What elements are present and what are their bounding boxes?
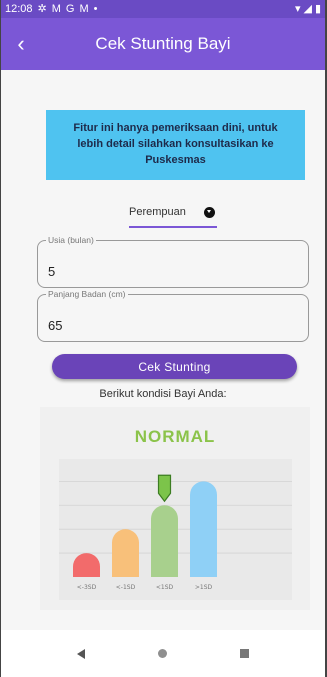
- result-status: NORMAL: [134, 427, 216, 446]
- dropdown-arrow-icon: [204, 206, 215, 218]
- chart-bar: [190, 481, 217, 577]
- chevron-left-icon: ‹: [17, 31, 25, 56]
- result-caption: Berikut kondisi Bayi Anda:: [99, 388, 227, 400]
- page-title: Cek Stunting Bayi: [95, 34, 231, 53]
- info-notice-text: Fitur ini hanya pemeriksaan dini, untuk …: [73, 122, 278, 166]
- back-nav-icon[interactable]: [77, 648, 86, 659]
- signal-icon: ◢: [303, 2, 312, 15]
- app-bar: ‹ Cek Stunting Bayi: [1, 18, 325, 70]
- length-field[interactable]: Panjang Badan (cm): [37, 289, 309, 342]
- chart-tick-label: <-1SD: [116, 584, 136, 591]
- status-bar: 12:08 ✲ M G M • ▾ ◢ ▮: [1, 0, 325, 18]
- cek-stunting-button[interactable]: Cek Stunting: [52, 354, 297, 379]
- system-nav-bar: [1, 630, 325, 677]
- chart-bar: [151, 505, 178, 577]
- gmail-icon: M: [51, 2, 61, 15]
- gmail-icon: M: [79, 2, 89, 15]
- dot-icon: •: [93, 2, 98, 15]
- google-icon: G: [65, 2, 75, 15]
- result-card: NORMAL <-3SD <-1SD <1SD >1SD: [40, 407, 310, 610]
- main-content: Fitur ini hanya pemeriksaan dini, untuk …: [1, 70, 325, 630]
- chart-tick-label: <1SD: [156, 584, 174, 591]
- gender-dropdown[interactable]: Perempuan: [129, 198, 217, 228]
- back-button[interactable]: ‹: [1, 18, 41, 70]
- home-nav-icon[interactable]: [157, 649, 167, 658]
- age-input[interactable]: [38, 241, 308, 287]
- growth-chart: <-3SD <-1SD <1SD >1SD: [59, 459, 292, 600]
- chart-tick-label: >1SD: [195, 584, 213, 591]
- length-input[interactable]: [38, 295, 308, 341]
- chart-tick-label: <-3SD: [77, 584, 97, 591]
- age-field[interactable]: Usia (bulan): [37, 235, 309, 288]
- info-notice: Fitur ini hanya pemeriksaan dini, untuk …: [46, 110, 305, 180]
- recents-nav-icon[interactable]: [239, 649, 249, 658]
- status-time: 12:08: [5, 3, 33, 15]
- chart-bar: [112, 529, 139, 577]
- battery-icon: ▮: [314, 2, 321, 15]
- gear-icon: ✲: [37, 2, 47, 15]
- app-frame: 12:08 ✲ M G M • ▾ ◢ ▮ ‹ Cek Stunting Bay…: [0, 0, 327, 677]
- wifi-icon: ▾: [294, 2, 301, 15]
- gender-value: Perempuan: [129, 206, 186, 218]
